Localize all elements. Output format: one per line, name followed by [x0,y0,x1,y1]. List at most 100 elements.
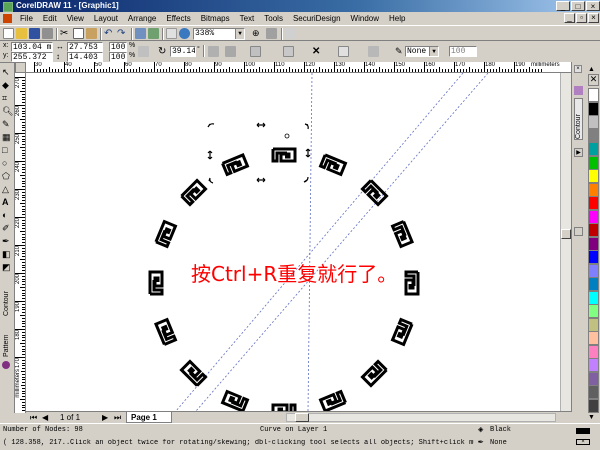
docker-close-icon[interactable]: × [574,65,582,73]
outline-style-field[interactable]: 100 [449,46,477,57]
smart-fill-tool-icon[interactable]: ▦ [2,132,12,142]
export-icon[interactable] [148,28,159,39]
interactive-blend-tool-icon[interactable]: ◐ [2,210,12,220]
ring-segment[interactable] [271,147,297,163]
app-launcher-icon[interactable] [166,28,177,39]
drawing-canvas[interactable]: 按Ctrl+R重复就行了。 [26,73,571,411]
ring-segment[interactable] [221,152,250,177]
options-icon[interactable] [285,28,296,39]
menu-text[interactable]: Text [235,12,260,25]
first-page-icon[interactable]: ⏮ [30,412,37,423]
palette-swatch[interactable] [588,209,599,224]
ring-segment[interactable] [318,153,348,177]
zoom-tool-icon[interactable]: 🔍︎ [2,106,13,116]
ring-segment[interactable] [404,270,420,296]
palette-swatch[interactable] [588,250,599,264]
menu-bitmaps[interactable]: Bitmaps [196,12,235,25]
full-screen-preview-icon[interactable] [266,28,277,39]
palette-swatch[interactable] [588,196,599,210]
palette-swatch[interactable] [588,317,599,332]
palette-swatch[interactable] [588,169,599,183]
palette-swatch[interactable] [588,182,599,197]
ellipse-tool-icon[interactable]: ○ [2,158,12,168]
palette-swatch[interactable] [588,344,599,359]
zoom-tool-icon[interactable]: ⊕ [252,28,263,39]
print-icon[interactable] [42,28,53,39]
menu-view[interactable]: View [62,12,89,25]
menu-layout[interactable]: Layout [89,12,123,25]
palette-scroll-down-icon[interactable]: ▼ [588,414,595,421]
maximize-button[interactable]: □ [571,1,585,11]
palette-swatch[interactable] [588,101,599,116]
horizontal-scroll-thumb[interactable] [295,413,309,422]
menu-window[interactable]: Window [346,12,384,25]
menu-securidesign[interactable]: SecuriDesign [288,12,346,25]
ring-segment[interactable] [220,389,250,411]
shape-tool-icon[interactable]: ◆ [2,80,12,90]
cut-icon[interactable]: ✂ [60,28,71,39]
docker-contour-icon[interactable] [574,86,583,95]
eyedropper-tool-icon[interactable]: ✐ [2,223,12,233]
ring-segment[interactable] [360,179,389,207]
docker-tab-contour[interactable]: Contour [574,98,583,140]
ruler-origin[interactable] [15,62,26,73]
copy-icon[interactable] [73,28,84,39]
pattern-toolbox-label[interactable]: Pattern [3,321,10,357]
ring-segment[interactable] [318,389,347,411]
contour-toolbox-label[interactable]: Contour [3,278,10,316]
prev-page-icon[interactable]: ◀ [42,412,48,423]
polygon-tool-icon[interactable]: ⬠ [2,171,12,181]
palette-swatch[interactable] [588,142,599,156]
minimize-button[interactable]: _ [556,1,570,11]
mirror-vertical-icon[interactable] [225,46,236,57]
palette-swatch[interactable] [588,398,599,413]
width-field[interactable]: 27.753 [67,42,103,52]
vertical-scrollbar[interactable] [560,73,571,411]
palette-swatch[interactable] [588,277,599,291]
palette-swatch[interactable] [588,358,599,372]
height-field[interactable]: 14.403 [67,52,103,62]
scale-height-field[interactable]: 100 [109,52,127,62]
no-color-swatch[interactable]: ✕ [588,74,599,86]
ring-segment[interactable] [154,219,178,249]
palette-swatch[interactable] [588,263,599,278]
new-document-icon[interactable] [3,28,14,39]
open-folder-icon[interactable] [16,28,27,39]
corel-online-icon[interactable] [179,28,190,39]
palette-swatch[interactable] [588,236,599,251]
ring-segment[interactable] [180,178,208,207]
close-button[interactable]: × [586,1,600,11]
vertical-ruler[interactable]: 270260250240230220210200190180170160mill… [15,73,26,413]
no-fill-x-icon[interactable]: ✕ [312,46,323,57]
outline-tool-icon[interactable]: ✒ [2,236,12,246]
envelope-icon[interactable] [250,46,261,57]
wrap-text-icon[interactable] [338,46,349,57]
last-page-icon[interactable]: ⏭ [114,412,121,423]
freehand-tool-icon[interactable]: ✎ [2,119,12,129]
palette-swatch[interactable] [588,331,599,345]
fill-tool-icon[interactable]: ◧ [2,249,12,259]
palette-swatch[interactable] [588,371,599,386]
outline-pen-icon[interactable] [368,46,379,57]
menu-effects[interactable]: Effects [161,12,195,25]
menu-tools[interactable]: Tools [259,12,288,25]
palette-swatch[interactable] [588,290,599,305]
menu-help[interactable]: Help [384,12,410,25]
paste-icon[interactable] [86,28,97,39]
palette-swatch[interactable] [588,385,599,399]
palette-swatch[interactable] [588,223,599,237]
page-tab-1[interactable]: Page 1 [126,412,172,423]
y-position-field[interactable]: 255.372 [11,52,53,62]
menu-edit[interactable]: Edit [38,12,62,25]
outline-width-combo[interactable]: None ▼ [405,46,439,57]
doc-minimize-button[interactable]: _ [564,13,575,23]
crop-tool-icon[interactable]: ⌗ [2,93,12,103]
palette-swatch[interactable] [588,115,599,129]
ring-segment[interactable] [179,359,208,387]
ring-segment[interactable] [390,220,415,249]
ring-segment[interactable] [360,359,388,388]
document-icon[interactable] [3,14,12,23]
doc-restore-button[interactable]: ▫ [576,13,587,23]
pick-tool-icon[interactable]: ↖ [2,67,12,77]
ring-segment[interactable] [390,317,414,347]
